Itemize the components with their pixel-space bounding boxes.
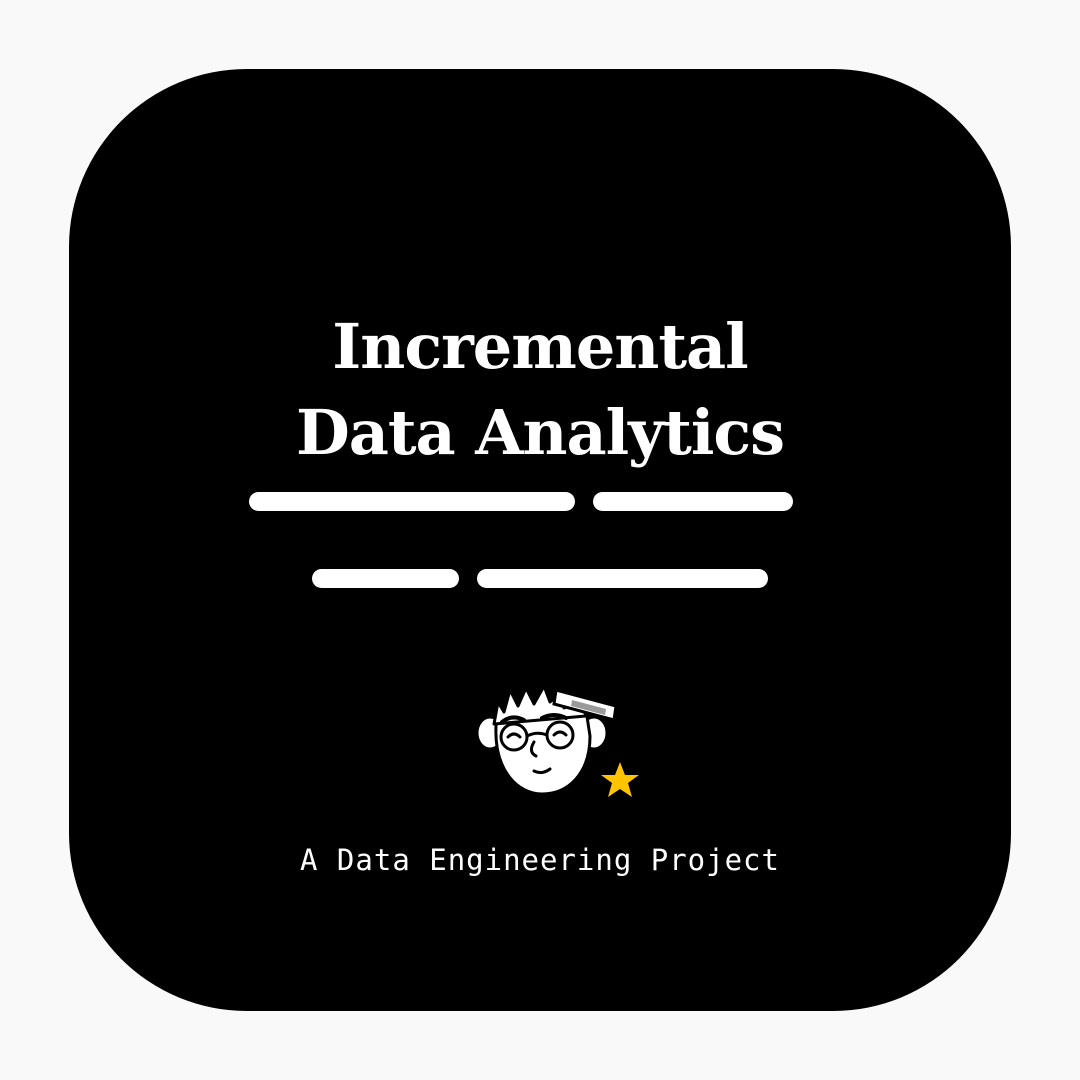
title-line-2: Data Analytics xyxy=(295,396,785,469)
subtitle: A Data Engineering Project xyxy=(300,843,780,877)
decorative-bar xyxy=(477,569,768,588)
decorative-bar xyxy=(249,492,575,511)
decorative-bar xyxy=(312,569,459,588)
decorative-bar xyxy=(593,492,793,511)
star-icon xyxy=(601,762,639,797)
mascot-icon xyxy=(475,684,639,797)
title-line-1: Incremental xyxy=(332,310,748,383)
page-title: Incremental Data Analytics xyxy=(0,304,1080,476)
